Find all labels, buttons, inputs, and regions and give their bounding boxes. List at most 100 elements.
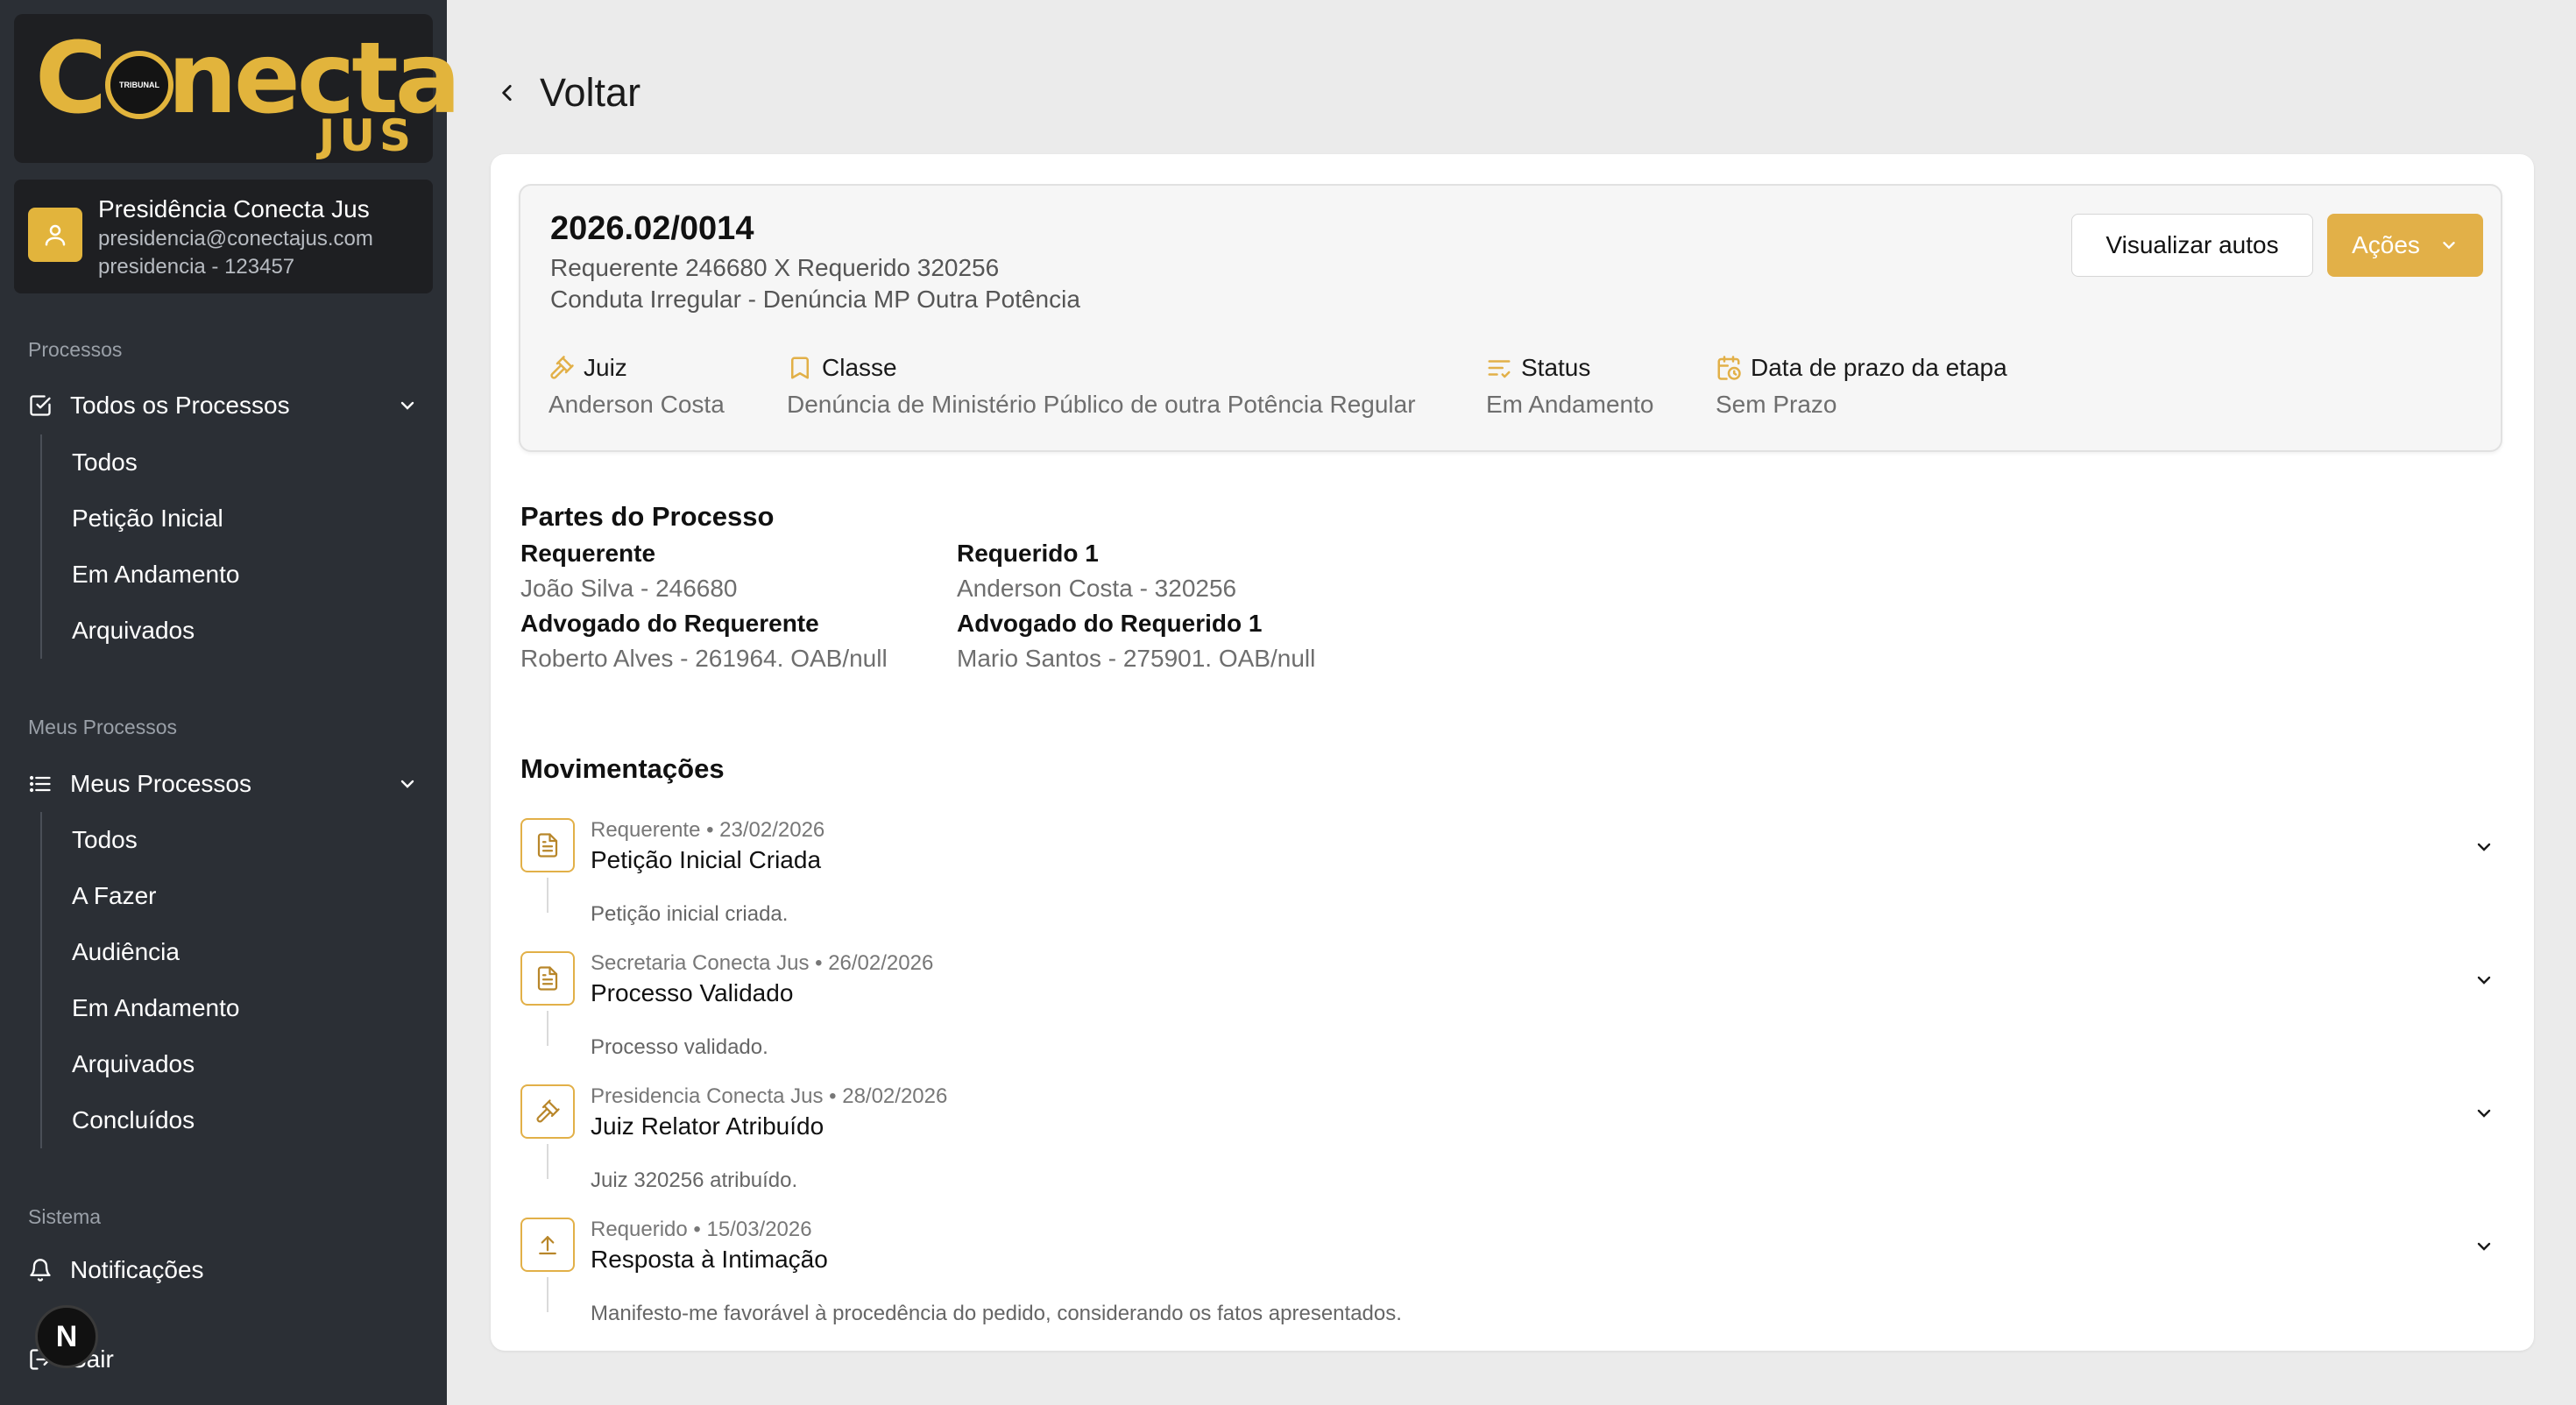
upload-icon [520, 1218, 575, 1272]
document-icon [520, 818, 575, 872]
meta-value: Denúncia de Ministério Público de outra … [787, 391, 1416, 418]
nav-sublist-todos-processos: Todos Petição Inicial Em Andamento Arqui… [40, 434, 239, 659]
checkbox-icon [28, 392, 54, 419]
chevron-down-icon [394, 392, 421, 419]
nav-item-concluidos[interactable]: Concluídos [42, 1092, 239, 1148]
movement-title: Processo Validado [591, 979, 794, 1006]
nav-sublist-meus-processos: Todos A Fazer Audiência Em Andamento Arq… [40, 812, 239, 1148]
section-label-meus-processos: Meus Processos [28, 716, 178, 738]
chevron-down-icon[interactable] [2469, 965, 2499, 995]
nav-item-todos[interactable]: Todos [42, 434, 239, 491]
meta-label: Status [1521, 354, 1591, 381]
movement-meta: Requerido • 15/03/2026 [591, 1218, 812, 1241]
defendant-lawyer-value: Mario Santos - 275901. OAB/null [957, 645, 1316, 672]
tribunal-seal-icon: TRIBUNAL [105, 51, 173, 119]
nav-item-meus-todos[interactable]: Todos [42, 812, 239, 868]
movement-description: Petição inicial criada. [591, 902, 789, 926]
movement-item[interactable]: Presidencia Conecta Jus • 28/02/2026 Jui… [519, 1084, 2499, 1218]
movement-meta: Presidencia Conecta Jus • 28/02/2026 [591, 1084, 948, 1108]
parties-defendant-column: Requerido 1 Anderson Costa - 320256 Advo… [957, 540, 1315, 680]
view-records-button[interactable]: Visualizar autos [2071, 214, 2313, 277]
meta-deadline: Data de prazo da etapa Sem Prazo [1716, 354, 2007, 419]
defendant-value: Anderson Costa - 320256 [957, 575, 1237, 602]
chevron-down-icon[interactable] [2469, 832, 2499, 862]
plaintiff-lawyer-label: Advogado do Requerente [520, 610, 819, 637]
process-number: 2026.02/0014 [550, 210, 754, 247]
nav-item-em-andamento[interactable]: Em Andamento [42, 547, 239, 603]
movement-description: Juiz 320256 atribuído. [591, 1168, 798, 1192]
meta-judge: Juiz Anderson Costa [548, 354, 725, 419]
parties-title: Partes do Processo [520, 501, 775, 532]
back-button[interactable]: Voltar [496, 70, 640, 116]
chevron-down-icon [394, 771, 421, 797]
timeline-line [547, 878, 548, 913]
user-email: presidencia@conectajus.com [98, 227, 373, 251]
timeline-line [547, 1011, 548, 1046]
nav-group-meus-processos[interactable]: Meus Processos [28, 762, 421, 806]
nav-group-todos-processos[interactable]: Todos os Processos [28, 384, 421, 427]
nav-item-arquivados[interactable]: Arquivados [42, 603, 239, 659]
dev-tools-badge[interactable]: N [35, 1305, 98, 1368]
timeline-line [547, 1144, 548, 1179]
meta-label: Data de prazo da etapa [1751, 354, 2007, 381]
nav-group-label: Todos os Processos [70, 392, 290, 419]
movement-meta: Secretaria Conecta Jus • 26/02/2026 [591, 951, 934, 975]
movement-item[interactable]: Secretaria Conecta Jus • 26/02/2026 Proc… [519, 951, 2499, 1084]
nav-item-label: Notificações [70, 1256, 204, 1283]
plaintiff-lawyer-value: Roberto Alves - 261964. OAB/null [520, 645, 888, 672]
movement-title: Resposta à Intimação [591, 1246, 828, 1273]
document-icon [520, 951, 575, 1006]
nav-item-audiencia[interactable]: Audiência [42, 924, 239, 980]
meta-value: Sem Prazo [1716, 391, 1837, 418]
logo-sub: JUS [318, 110, 415, 161]
back-label: Voltar [540, 70, 641, 115]
actions-button[interactable]: Ações [2327, 214, 2483, 277]
nav-item-peticao-inicial[interactable]: Petição Inicial [42, 491, 239, 547]
process-header-card: 2026.02/0014 Requerente 246680 X Requeri… [519, 184, 2502, 452]
nav-group-label: Meus Processos [70, 770, 251, 797]
movement-description: Processo validado. [591, 1035, 768, 1059]
process-subject: Conduta Irregular - Denúncia MP Outra Po… [550, 286, 1080, 313]
section-label-processos: Processos [28, 338, 123, 361]
chevron-left-icon [496, 78, 522, 108]
meta-value: Anderson Costa [548, 391, 725, 418]
movement-description: Manifesto-me favorável à procedência do … [591, 1302, 1402, 1325]
meta-label: Classe [822, 354, 897, 381]
timeline-line [547, 1277, 548, 1312]
nav-item-notificacoes[interactable]: Notificações [28, 1256, 204, 1284]
movement-title: Juiz Relator Atribuído [591, 1112, 824, 1140]
list-status-icon [1486, 354, 1514, 382]
chevron-down-icon[interactable] [2469, 1098, 2499, 1128]
process-parties: Requerente 246680 X Requerido 320256 [550, 254, 1000, 281]
chevron-down-icon[interactable] [2469, 1232, 2499, 1261]
movement-item[interactable]: Requerente • 23/02/2026 Petição Inicial … [519, 818, 2499, 951]
actions-label: Ações [2352, 231, 2420, 258]
plaintiff-label: Requerente [520, 540, 656, 567]
list-icon [28, 771, 54, 797]
meta-label: Juiz [584, 354, 627, 381]
bell-icon [28, 1257, 54, 1283]
movements-title: Movimentações [520, 753, 725, 784]
defendant-label: Requerido 1 [957, 540, 1099, 567]
movement-title: Petição Inicial Criada [591, 846, 822, 873]
chevron-down-icon [2439, 236, 2459, 255]
gavel-icon [520, 1084, 575, 1139]
nav-item-meus-em-andamento[interactable]: Em Andamento [42, 980, 239, 1036]
calendar-clock-icon [1716, 354, 1744, 382]
nav-item-a-fazer[interactable]: A Fazer [42, 868, 239, 924]
meta-value: Em Andamento [1486, 391, 1654, 418]
bookmark-icon [787, 354, 815, 382]
movement-item[interactable]: Requerido • 15/03/2026 Resposta à Intima… [519, 1218, 2499, 1351]
user-card[interactable]: Presidência Conecta Jus presidencia@cone… [14, 180, 433, 293]
section-label-sistema: Sistema [28, 1205, 102, 1228]
user-name: Presidência Conecta Jus [98, 195, 370, 222]
logo[interactable]: Conecta TRIBUNAL JUS [14, 14, 461, 163]
meta-status: Status Em Andamento [1486, 354, 1653, 419]
parties-plaintiff-column: Requerente João Silva - 246680 Advogado … [520, 540, 888, 680]
nav-item-meus-arquivados[interactable]: Arquivados [42, 1036, 239, 1092]
user-icon [28, 208, 82, 262]
defendant-lawyer-label: Advogado do Requerido 1 [957, 610, 1263, 637]
sidebar: Conecta TRIBUNAL JUS Presidência Conecta… [0, 0, 461, 1405]
plaintiff-value: João Silva - 246680 [520, 575, 738, 602]
gavel-icon [548, 354, 577, 382]
